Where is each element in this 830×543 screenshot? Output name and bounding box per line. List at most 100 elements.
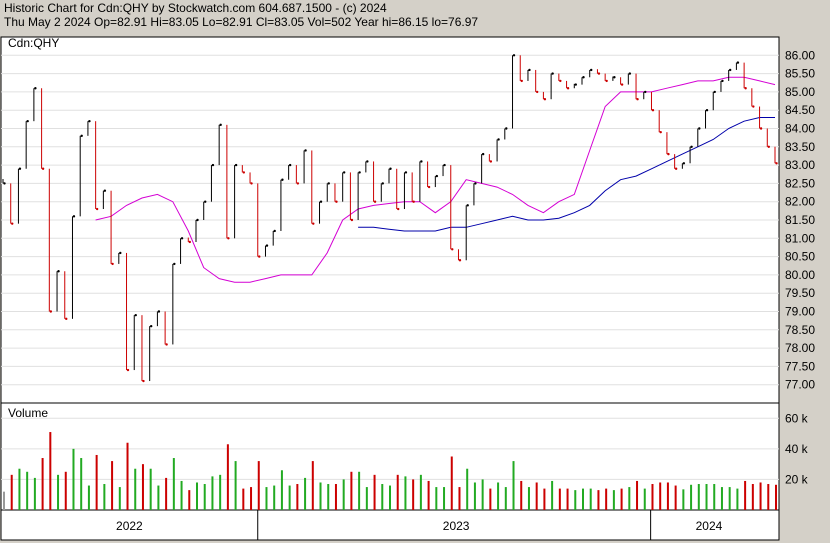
volume-bar xyxy=(365,487,368,510)
price-close-dot xyxy=(582,76,585,79)
price-close-dot xyxy=(366,160,369,163)
price-close-dot xyxy=(149,324,153,328)
price-close-dot xyxy=(273,229,276,233)
price-close-dot xyxy=(304,149,307,152)
volume-bar xyxy=(690,484,693,510)
year-label: 2024 xyxy=(696,519,723,533)
volume-bar xyxy=(612,490,615,510)
volume-bar xyxy=(157,485,160,510)
price-close-dot xyxy=(34,87,37,90)
price-close-dot xyxy=(180,237,184,240)
price-close-dot xyxy=(157,310,161,313)
price-close-dot xyxy=(11,222,14,225)
volume-bar xyxy=(504,487,507,510)
volume-bar xyxy=(412,479,415,510)
price-close-dot xyxy=(219,123,222,127)
price-tick-label: 83.00 xyxy=(785,158,815,172)
volume-bar xyxy=(489,488,492,510)
price-close-dot xyxy=(682,162,686,165)
volume-bar xyxy=(543,488,546,510)
price-close-dot xyxy=(335,200,338,203)
year-label: 2023 xyxy=(443,519,470,533)
price-close-dot xyxy=(628,72,632,75)
price-close-dot xyxy=(512,54,516,57)
price-close-dot xyxy=(327,182,330,185)
price-tick-label: 82.00 xyxy=(785,195,815,209)
volume-bar xyxy=(458,487,461,510)
price-close-dot xyxy=(759,127,763,130)
volume-bar xyxy=(381,484,384,510)
price-close-dot xyxy=(204,200,207,203)
volume-bar xyxy=(620,488,623,510)
volume-bar xyxy=(203,484,206,510)
volume-bar xyxy=(141,464,144,510)
volume-bar xyxy=(149,468,152,510)
price-close-dot xyxy=(698,127,701,130)
volume-bar xyxy=(473,482,476,510)
volume-bar xyxy=(597,490,600,510)
volume-bar xyxy=(551,480,554,510)
price-close-dot xyxy=(412,200,415,203)
chart-svg: Cdn:QHY Volume 86.0085.5085.0084.5084.00… xyxy=(0,36,815,541)
volume-bar xyxy=(427,480,430,510)
volume-bar xyxy=(18,468,21,510)
price-close-dot xyxy=(227,237,230,240)
price-close-dot xyxy=(690,145,693,148)
price-close-dot xyxy=(111,262,114,266)
volume-bar xyxy=(481,479,484,510)
volume-bar xyxy=(72,448,75,510)
volume-bar xyxy=(334,484,337,510)
volume-bar xyxy=(373,474,376,510)
price-close-dot xyxy=(574,83,577,86)
volume-bar xyxy=(419,474,422,510)
price-close-dot xyxy=(381,182,384,185)
price-close-dot xyxy=(65,317,68,321)
price-close-dot xyxy=(744,87,747,90)
price-close-dot xyxy=(211,163,215,167)
price-close-dot xyxy=(597,72,601,75)
price-close-dot xyxy=(296,182,300,185)
volume-tick-label: 20 k xyxy=(785,472,809,486)
price-tick-label: 79.00 xyxy=(785,305,815,319)
volume-bar xyxy=(319,482,322,510)
price-close-dot xyxy=(72,215,76,218)
price-close-dot xyxy=(620,83,624,86)
volume-bar xyxy=(705,484,708,510)
price-close-dot xyxy=(636,98,639,101)
volume-bar xyxy=(311,461,314,510)
volume-bar xyxy=(111,461,114,510)
volume-bar xyxy=(497,482,500,510)
volume-bar xyxy=(3,491,5,510)
volume-bar xyxy=(126,442,129,510)
volume-bar xyxy=(527,487,530,510)
price-close-dot xyxy=(728,68,732,72)
volume-bar xyxy=(659,482,662,510)
volume-bar xyxy=(674,485,677,510)
volume-bar xyxy=(280,470,283,510)
price-close-dot xyxy=(312,222,315,225)
volume-bar xyxy=(327,484,330,510)
price-close-dot xyxy=(350,218,354,222)
volume-bar xyxy=(180,480,183,510)
volume-bar xyxy=(57,474,60,510)
volume-bar xyxy=(651,484,654,510)
volume-bar xyxy=(736,488,739,510)
price-tick-label: 85.50 xyxy=(785,67,815,81)
volume-bar xyxy=(41,458,44,510)
price-close-dot xyxy=(126,368,130,372)
price-close-dot xyxy=(451,248,454,251)
price-close-dot xyxy=(489,160,493,163)
price-close-dot xyxy=(505,127,508,130)
price-tick-label: 85.00 xyxy=(785,85,815,99)
price-close-dot xyxy=(613,76,616,79)
volume-bar xyxy=(643,488,646,510)
volume-bar xyxy=(435,487,438,510)
price-close-dot xyxy=(265,244,269,247)
price-close-dot xyxy=(142,379,145,383)
volume-bar xyxy=(103,484,106,510)
volume-bar xyxy=(512,461,515,510)
price-close-dot xyxy=(481,152,485,156)
price-close-dot xyxy=(752,105,755,108)
price-close-dot xyxy=(466,204,469,207)
price-close-dot xyxy=(119,251,122,255)
